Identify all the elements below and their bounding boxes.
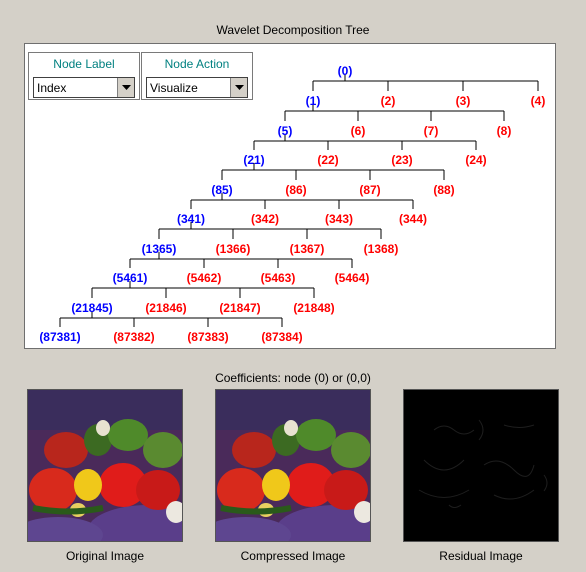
node-action-value: Visualize	[150, 81, 198, 95]
tree-node[interactable]: (5464)	[335, 271, 370, 285]
tree-title: Wavelet Decomposition Tree	[216, 23, 370, 37]
node-label-title: Node Label	[53, 57, 115, 71]
tree-node[interactable]: (5462)	[187, 271, 222, 285]
tree-node[interactable]: (87)	[359, 183, 380, 197]
tree-node[interactable]: (8)	[497, 124, 512, 138]
tree-node[interactable]: (22)	[317, 153, 338, 167]
tree-node[interactable]: (341)	[177, 212, 205, 226]
tree-node[interactable]: (87384)	[261, 330, 302, 344]
tree-node[interactable]: (1367)	[290, 242, 325, 256]
tree-node[interactable]: (21)	[243, 153, 264, 167]
original-image-caption: Original Image	[65, 549, 145, 563]
peppers-compressed-image	[216, 390, 370, 541]
tree-node[interactable]: (87381)	[39, 330, 80, 344]
node-label-select[interactable]: Index	[33, 77, 135, 98]
tree-node[interactable]: (6)	[351, 124, 366, 138]
node-label-dropdown-button[interactable]	[117, 78, 134, 97]
node-label-value: Index	[37, 81, 67, 95]
peppers-image	[28, 390, 182, 541]
chevron-down-icon	[122, 85, 131, 90]
tree-node[interactable]: (23)	[391, 153, 412, 167]
original-image	[27, 389, 183, 542]
node-action-group: Node Action Visualize	[141, 52, 253, 100]
tree-node[interactable]: (87383)	[187, 330, 228, 344]
tree-node[interactable]: (4)	[531, 94, 546, 108]
tree-node[interactable]: (21845)	[71, 301, 112, 315]
node-action-dropdown-button[interactable]	[230, 78, 247, 97]
tree-node[interactable]: (87382)	[113, 330, 154, 344]
tree-node[interactable]: (0)	[338, 64, 353, 78]
chevron-down-icon	[235, 85, 244, 90]
tree-node[interactable]: (3)	[456, 94, 471, 108]
tree-node[interactable]: (86)	[285, 183, 306, 197]
tree-node[interactable]: (343)	[325, 212, 353, 226]
compressed-image	[215, 389, 371, 542]
coefficients-title: Coefficients: node (0) or (0,0)	[215, 371, 371, 385]
tree-node[interactable]: (342)	[251, 212, 279, 226]
tree-node[interactable]: (1366)	[216, 242, 251, 256]
tree-node[interactable]: (1)	[306, 94, 321, 108]
tree-node[interactable]: (21846)	[145, 301, 186, 315]
residual-image	[403, 389, 559, 542]
tree-node[interactable]: (1368)	[364, 242, 399, 256]
residual-dark-image	[404, 390, 558, 541]
tree-node[interactable]: (344)	[399, 212, 427, 226]
tree-node[interactable]: (7)	[424, 124, 439, 138]
residual-image-caption: Residual Image	[439, 549, 523, 563]
tree-node[interactable]: (5)	[278, 124, 293, 138]
compressed-image-caption: Compressed Image	[240, 549, 346, 563]
tree-node[interactable]: (5461)	[113, 271, 148, 285]
tree-node[interactable]: (85)	[211, 183, 232, 197]
node-action-select[interactable]: Visualize	[146, 77, 248, 98]
tree-node[interactable]: (5463)	[261, 271, 296, 285]
tree-node[interactable]: (24)	[465, 153, 486, 167]
tree-node[interactable]: (88)	[433, 183, 454, 197]
tree-node[interactable]: (21848)	[293, 301, 334, 315]
tree-node[interactable]: (2)	[381, 94, 396, 108]
tree-node[interactable]: (21847)	[219, 301, 260, 315]
tree-node[interactable]: (1365)	[142, 242, 177, 256]
node-label-group: Node Label Index	[28, 52, 140, 100]
node-action-title: Node Action	[164, 57, 230, 71]
